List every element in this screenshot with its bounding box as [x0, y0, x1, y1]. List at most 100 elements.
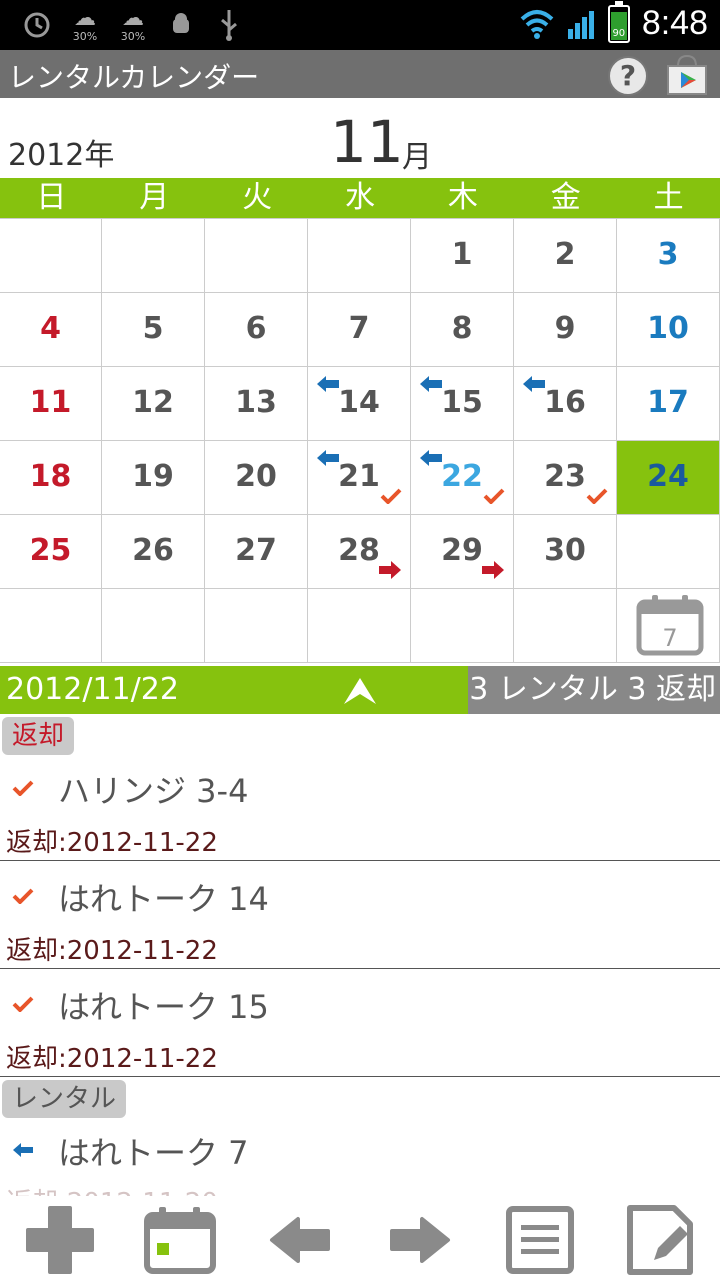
calendar-day-cell[interactable] [308, 219, 411, 293]
calendar-day-cell[interactable]: 9 [514, 293, 617, 367]
calendar-day-cell[interactable]: 7 [308, 293, 411, 367]
app-title: レンタルカレンダー [8, 61, 260, 94]
calendar-day-cell[interactable]: 24 [617, 441, 720, 515]
alarm-icon [20, 6, 54, 44]
day-number: 19 [132, 459, 174, 494]
list-item-title[interactable]: ハリンジ 3-4 [58, 766, 248, 812]
list-button[interactable] [502, 1204, 578, 1276]
battery-icon: 90 [607, 0, 630, 43]
calendar-day-cell[interactable]: 19 [102, 441, 205, 515]
day-number: 27 [235, 533, 277, 568]
add-button[interactable] [22, 1204, 98, 1276]
calendar-day-cell[interactable] [411, 589, 514, 663]
calendar-day-cell[interactable] [102, 219, 205, 293]
day-number: 3 [657, 237, 679, 272]
list-item-title[interactable]: はれトーク 7 [58, 1128, 249, 1174]
weekday-sun: 日 [36, 180, 67, 215]
calendar-day-cell[interactable]: 2 [514, 219, 617, 293]
status-bar: ☁ 30% ☁ 30% 90 8:48 [0, 0, 720, 50]
divider [0, 968, 720, 969]
calendar-day-cell[interactable]: 27 [205, 515, 308, 589]
calendar-view-button[interactable] [142, 1204, 218, 1276]
day-number: 1 [451, 237, 473, 272]
calendar-day-cell[interactable]: 29 [411, 515, 514, 589]
calendar-day-cell[interactable] [102, 589, 205, 663]
calendar-day-cell[interactable]: 17 [617, 367, 720, 441]
calendar-day-cell[interactable] [0, 219, 102, 293]
day-number: 17 [647, 385, 689, 420]
today-calendar-icon[interactable]: 7 [636, 594, 704, 656]
calendar-day-cell[interactable]: 1 [411, 219, 514, 293]
weather-icon: ☁ 30% [120, 5, 146, 43]
calendar-day-cell[interactable]: 26 [102, 515, 205, 589]
list-item-return-date: 返却:2012-11-22 [6, 936, 218, 966]
calendar-day-cell[interactable]: 21 [308, 441, 411, 515]
next-button[interactable] [382, 1204, 458, 1276]
check-icon [380, 488, 402, 504]
list-item-title[interactable]: はれトーク 14 [58, 874, 269, 920]
play-store-icon[interactable] [664, 54, 710, 96]
rental-summary: 3 レンタル 3 返却 [468, 666, 720, 714]
day-number: 4 [40, 311, 61, 346]
calendar-day-cell[interactable]: 4 [0, 293, 102, 367]
calendar-day-cell[interactable]: 15 [411, 367, 514, 441]
calendar-day-cell[interactable]: 11 [0, 367, 102, 441]
arrow-right-icon [390, 1217, 450, 1263]
calendar-day-cell[interactable] [617, 515, 720, 589]
day-number: 9 [554, 311, 576, 346]
calendar-day-cell[interactable] [205, 589, 308, 663]
weekday-thu: 木 [447, 180, 478, 215]
calendar-day-cell[interactable]: 25 [0, 515, 102, 589]
check-icon [483, 488, 505, 504]
chevron-up-icon[interactable] [340, 674, 380, 708]
day-number: 13 [235, 385, 277, 420]
calendar-day-cell[interactable] [205, 219, 308, 293]
calendar-day-cell[interactable]: 5 [102, 293, 205, 367]
return-arrow-icon [482, 561, 504, 579]
edit-icon [627, 1205, 693, 1275]
day-number: 26 [132, 533, 174, 568]
check-icon [12, 996, 34, 1012]
calendar-grid: 1 2 3 4 5 6 7 8 9 10 11 12 13 14 15 16 17 18 19 20 21 22 23 24 2… [0, 218, 720, 663]
calendar-day-cell[interactable]: 6 [205, 293, 308, 367]
day-number: 24 [647, 459, 689, 494]
list-item-title[interactable]: はれトーク 15 [58, 982, 269, 1028]
calendar-day-cell[interactable]: 18 [0, 441, 102, 515]
rental-arrow-icon [317, 376, 339, 392]
battery-level: 90 [612, 27, 626, 39]
calendar-day-cell[interactable] [514, 589, 617, 663]
calendar-day-cell[interactable]: 22 [411, 441, 514, 515]
usb-icon [212, 6, 246, 44]
arrow-left-icon [13, 1143, 33, 1157]
svg-text:7: 7 [662, 624, 677, 652]
return-badge: 返却 [2, 717, 75, 755]
weekday-mon: 月 [139, 180, 170, 215]
calendar-day-cell[interactable]: 30 [514, 515, 617, 589]
help-icon[interactable]: ? [608, 56, 648, 96]
calendar-day-cell[interactable]: 10 [617, 293, 720, 367]
calendar-day-cell[interactable] [308, 589, 411, 663]
signal-icon [567, 10, 594, 39]
calendar-day-cell[interactable]: 8 [411, 293, 514, 367]
day-number: 11 [29, 385, 72, 420]
wifi-icon [520, 9, 554, 39]
prev-button[interactable] [262, 1204, 338, 1276]
calendar-day-cell[interactable]: 20 [205, 441, 308, 515]
calendar-day-cell[interactable]: 12 [102, 367, 205, 441]
check-icon [586, 488, 608, 504]
weekday-sat: 土 [653, 180, 684, 215]
calendar-day-cell[interactable]: 13 [205, 367, 308, 441]
rental-arrow-icon [420, 450, 442, 466]
arrow-left-icon [270, 1217, 330, 1263]
edit-button[interactable] [622, 1204, 698, 1276]
calendar-day-cell[interactable]: 16 [514, 367, 617, 441]
list-item-return-date: 返却:2012-11-22 [6, 828, 218, 858]
calendar-day-cell[interactable]: 3 [617, 219, 720, 293]
calendar-day-cell[interactable]: 14 [308, 367, 411, 441]
plus-icon [26, 1206, 94, 1274]
rental-arrow-icon [317, 450, 339, 466]
calendar-day-cell[interactable]: 23 [514, 441, 617, 515]
calendar-day-cell[interactable]: 28 [308, 515, 411, 589]
selected-date-bar: 2012/11/22 3 レンタル 3 返却 [0, 666, 720, 714]
calendar-day-cell[interactable] [0, 589, 102, 663]
